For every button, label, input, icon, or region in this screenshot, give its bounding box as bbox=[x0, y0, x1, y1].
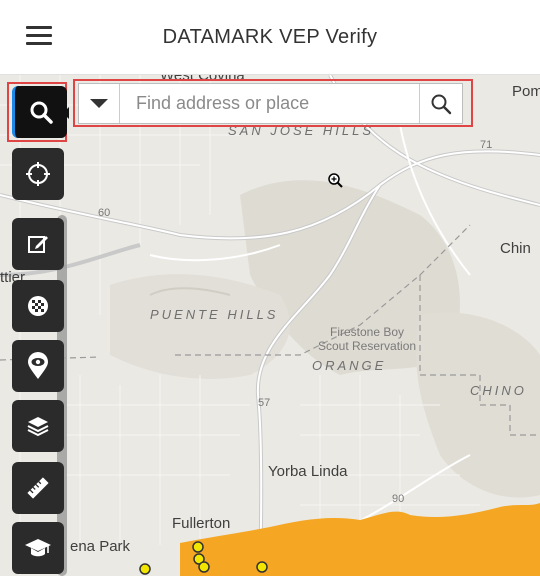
search-tool-button[interactable] bbox=[12, 86, 67, 138]
map-label-firestone-line1: Firestone Boy bbox=[330, 325, 405, 339]
locate-tool-button[interactable] bbox=[12, 148, 64, 200]
map-label-buena-park: ena Park bbox=[70, 538, 131, 555]
map-label-chino-city: Chin bbox=[500, 240, 531, 257]
caret-down-icon bbox=[90, 99, 108, 108]
map-label-puente-hills: PUENTE HILLS bbox=[150, 307, 279, 322]
search-widget bbox=[78, 83, 463, 124]
ruler-icon bbox=[27, 477, 49, 499]
training-tool-button[interactable] bbox=[12, 522, 64, 574]
map-label-firestone: Firestone Boy Scout Reservation bbox=[318, 325, 416, 353]
map-label-route-90: 90 bbox=[392, 493, 405, 505]
edit-tool-button[interactable] bbox=[12, 218, 64, 270]
search-submit-button[interactable] bbox=[419, 84, 462, 123]
map-label-fullerton: Fullerton bbox=[172, 515, 231, 532]
map-label-chino: CHINO bbox=[470, 383, 527, 398]
layers-icon bbox=[27, 417, 49, 437]
measure-tool-button[interactable] bbox=[12, 462, 64, 514]
map-view[interactable]: SAN JOSE HILLS PUENTE HILLS Firestone Bo… bbox=[0, 75, 540, 576]
map-label-route-60: 60 bbox=[98, 207, 111, 219]
graduation-cap-icon bbox=[25, 539, 51, 557]
map-canvas bbox=[0, 75, 540, 576]
map-label-yorba-linda: Yorba Linda bbox=[268, 463, 348, 480]
basemap-tool-button[interactable] bbox=[12, 280, 64, 332]
basemap-icon bbox=[28, 296, 48, 316]
map-label-route-57: 57 bbox=[258, 397, 271, 409]
crosshair-icon bbox=[26, 162, 50, 186]
search-input[interactable] bbox=[120, 84, 419, 123]
map-label-orange: ORANGE bbox=[312, 358, 387, 373]
layers-tool-button[interactable] bbox=[12, 400, 64, 452]
search-icon bbox=[431, 94, 452, 114]
view-location-tool-button[interactable] bbox=[12, 340, 64, 392]
app-title: DATAMARK VEP Verify bbox=[162, 26, 378, 48]
search-icon bbox=[30, 101, 53, 124]
search-source-dropdown[interactable] bbox=[79, 84, 120, 123]
active-tool-pointer bbox=[63, 107, 69, 119]
map-label-pomona: Pom bbox=[512, 83, 540, 100]
edit-icon bbox=[28, 236, 48, 253]
zoom-in-cursor-icon bbox=[328, 173, 343, 188]
app-header: DATAMARK VEP Verify bbox=[0, 0, 540, 75]
map-label-route-71: 71 bbox=[480, 139, 493, 151]
eye-pin-icon bbox=[28, 352, 48, 379]
map-label-firestone-line2: Scout Reservation bbox=[318, 339, 417, 353]
